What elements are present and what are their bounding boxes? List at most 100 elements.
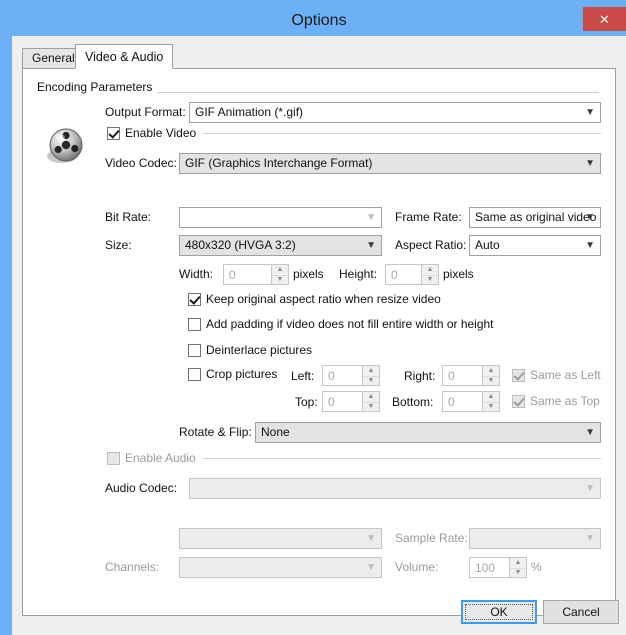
channels-combo: ▼ — [179, 557, 382, 578]
crop-pictures-checkbox[interactable]: Crop pictures — [188, 367, 277, 381]
volume-spin-buttons: ▲ ▼ — [509, 558, 526, 577]
sample-rate-combo: ▼ — [469, 528, 601, 549]
chevron-down-icon: ▼ — [585, 483, 595, 494]
same-as-left-checkbox: Same as Left — [512, 368, 601, 382]
deinterlace-checkbox[interactable]: Deinterlace pictures — [188, 343, 312, 357]
chevron-down-icon: ▼ — [585, 107, 595, 118]
aspect-ratio-value: Auto — [475, 238, 500, 252]
deinterlace-label: Deinterlace pictures — [206, 343, 313, 357]
keep-aspect-ratio-checkbox[interactable]: Keep original aspect ratio when resize v… — [188, 292, 441, 306]
channels-label: Channels: — [105, 560, 160, 574]
checkbox-box — [107, 451, 120, 465]
enable-audio-divider — [203, 458, 601, 459]
spin-down-icon: ▼ — [426, 275, 434, 283]
frame-rate-value: Same as original video — [475, 210, 597, 224]
tab-strip: General Video & Audio — [22, 44, 616, 69]
chevron-down-icon: ▼ — [585, 427, 595, 438]
chevron-down-icon: ▼ — [366, 212, 376, 223]
video-codec-value: GIF (Graphics Interchange Format) — [185, 156, 373, 170]
checkbox-box — [512, 368, 525, 382]
audio-codec-label: Audio Codec: — [105, 481, 178, 495]
rotate-flip-combo[interactable]: None ▼ — [255, 422, 601, 443]
crop-pictures-label: Crop pictures — [206, 367, 278, 381]
enable-audio-checkbox[interactable]: Enable Audio — [107, 451, 196, 465]
checkbox-box — [107, 126, 120, 140]
encoding-parameters-label: Encoding Parameters — [37, 80, 159, 94]
spin-down-icon: ▼ — [367, 402, 375, 410]
output-format-combo[interactable]: GIF Animation (*.gif) ▼ — [189, 102, 601, 123]
crop-right-label: Right: — [404, 369, 436, 383]
audio-codec-combo: ▼ — [189, 478, 601, 499]
crop-bottom-stepper[interactable]: 0 ▲ ▼ — [442, 391, 500, 412]
crop-left-stepper[interactable]: 0 ▲ ▼ — [322, 365, 380, 386]
crop-right-value: 0 — [448, 369, 455, 383]
size-value: 480x320 (HVGA 3:2) — [185, 238, 296, 252]
volume-stepper: 100 ▲ ▼ — [469, 557, 527, 578]
same-as-left-label: Same as Left — [530, 368, 601, 382]
crop-left-label: Left: — [291, 369, 315, 383]
enable-audio-label: Enable Audio — [125, 451, 196, 465]
dialog-body: General Video & Audio Encoding Parameter… — [12, 36, 626, 635]
crop-right-spin-buttons[interactable]: ▲ ▼ — [482, 366, 499, 385]
chevron-down-icon: ▼ — [585, 240, 595, 251]
spin-down-icon: ▼ — [276, 275, 284, 283]
width-spin-buttons[interactable]: ▲ ▼ — [271, 265, 288, 284]
film-reel-icon — [47, 128, 83, 163]
same-as-top-checkbox: Same as Top — [512, 394, 600, 408]
volume-value: 100 — [475, 561, 496, 575]
checkbox-box — [188, 317, 201, 331]
cancel-button[interactable]: Cancel — [543, 600, 619, 624]
crop-left-value: 0 — [328, 369, 335, 383]
enable-video-label: Enable Video — [125, 126, 197, 140]
same-as-top-label: Same as Top — [530, 394, 600, 408]
window-title: Options — [291, 12, 347, 29]
video-codec-combo[interactable]: GIF (Graphics Interchange Format) ▼ — [179, 153, 601, 174]
crop-top-spin-buttons[interactable]: ▲ ▼ — [362, 392, 379, 411]
bit-rate-label: Bit Rate: — [105, 210, 152, 224]
crop-top-stepper[interactable]: 0 ▲ ▼ — [322, 391, 380, 412]
frame-rate-combo[interactable]: Same as original video ▼ — [469, 207, 601, 228]
width-value: 0 — [229, 268, 236, 282]
add-padding-label: Add padding if video does not fill entir… — [206, 317, 494, 331]
crop-left-spin-buttons[interactable]: ▲ ▼ — [362, 366, 379, 385]
frame-rate-label: Frame Rate: — [395, 210, 462, 224]
chevron-down-icon: ▼ — [585, 212, 595, 223]
chevron-down-icon: ▼ — [585, 533, 595, 544]
checkbox-box — [512, 394, 525, 408]
add-padding-checkbox[interactable]: Add padding if video does not fill entir… — [188, 317, 494, 331]
output-format-label: Output Format: — [105, 105, 186, 119]
width-stepper[interactable]: 0 ▲ ▼ — [223, 264, 289, 285]
checkbox-box — [188, 367, 201, 381]
size-combo[interactable]: 480x320 (HVGA 3:2) ▼ — [179, 235, 382, 256]
height-units: pixels — [443, 267, 474, 281]
keep-aspect-ratio-label: Keep original aspect ratio when resize v… — [206, 292, 441, 306]
close-icon: ✕ — [599, 11, 610, 27]
spin-down-icon: ▼ — [487, 376, 495, 384]
width-label: Width: — [179, 267, 214, 281]
rotate-flip-value: None — [261, 425, 290, 439]
audio-bitrate-combo: ▼ — [179, 528, 382, 549]
spin-down-icon: ▼ — [367, 376, 375, 384]
crop-bottom-spin-buttons[interactable]: ▲ ▼ — [482, 392, 499, 411]
spin-down-icon: ▼ — [487, 402, 495, 410]
enable-video-divider — [203, 133, 601, 134]
aspect-ratio-combo[interactable]: Auto ▼ — [469, 235, 601, 256]
width-units: pixels — [293, 267, 324, 281]
crop-bottom-value: 0 — [448, 395, 455, 409]
chevron-down-icon: ▼ — [585, 158, 595, 169]
output-format-value: GIF Animation (*.gif) — [195, 105, 304, 119]
height-stepper[interactable]: 0 ▲ ▼ — [385, 264, 439, 285]
checkbox-box — [188, 343, 201, 357]
group-divider — [149, 92, 599, 93]
chevron-down-icon: ▼ — [366, 533, 376, 544]
tab-video-audio[interactable]: Video & Audio — [75, 44, 174, 69]
crop-right-stepper[interactable]: 0 ▲ ▼ — [442, 365, 500, 386]
height-value: 0 — [391, 268, 398, 282]
close-button[interactable]: ✕ — [583, 7, 626, 31]
crop-top-label: Top: — [295, 395, 318, 409]
bit-rate-combo[interactable]: ▼ — [179, 207, 382, 228]
height-spin-buttons[interactable]: ▲ ▼ — [421, 265, 438, 284]
sample-rate-label: Sample Rate: — [395, 531, 468, 545]
ok-button[interactable]: OK — [461, 600, 537, 624]
enable-video-checkbox[interactable]: Enable Video — [107, 126, 196, 140]
